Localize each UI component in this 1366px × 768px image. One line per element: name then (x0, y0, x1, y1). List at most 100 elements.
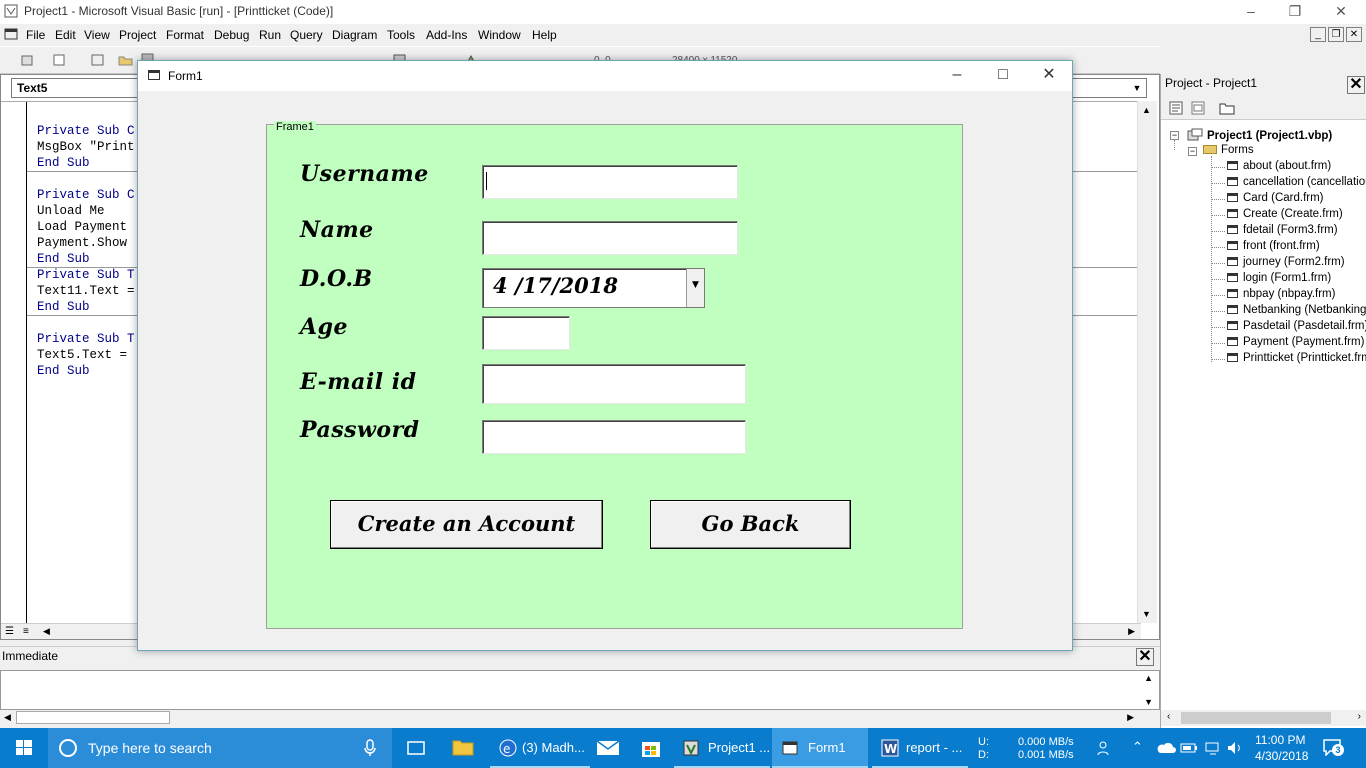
menu-edit[interactable]: Edit (55, 28, 76, 42)
view-code-icon[interactable] (1169, 101, 1183, 115)
close-icon[interactable]: ✕ (1136, 648, 1154, 666)
scroll-thumb[interactable] (16, 711, 170, 724)
menu-run[interactable]: Run (259, 28, 281, 42)
tree-item-payment[interactable]: Payment (Payment.frm) (1227, 336, 1364, 348)
tree-item-printticket[interactable]: Printticket (Printticket.frm (1227, 352, 1366, 364)
task-vb-project[interactable]: Project1 ... (674, 728, 770, 768)
restore-icon[interactable]: ❐ (1272, 0, 1318, 24)
menu-debug[interactable]: Debug (214, 28, 249, 42)
menu-addins[interactable]: Add-Ins (426, 28, 467, 42)
procedure-view-icon[interactable]: ☰ (5, 626, 14, 637)
create-account-button[interactable]: Create an Account (330, 500, 603, 549)
tree-item-netbanking[interactable]: Netbanking (Netbanking.f (1227, 304, 1366, 316)
scroll-right-icon[interactable]: › (1358, 711, 1361, 722)
tree-item-front[interactable]: front (front.frm) (1227, 240, 1320, 252)
immediate-horizontal-scrollbar[interactable]: ◀ ▶ (0, 710, 1140, 726)
collapse-icon[interactable]: − (1170, 131, 1179, 140)
password-field[interactable] (482, 420, 746, 454)
store-icon[interactable] (640, 737, 662, 759)
minimize-icon[interactable]: – (1228, 0, 1274, 24)
task-label: Project1 ... (708, 740, 771, 755)
microphone-icon[interactable] (364, 739, 376, 757)
go-back-button[interactable]: Go Back (650, 500, 851, 549)
action-center-icon[interactable]: 3 (1322, 738, 1344, 758)
open-icon[interactable] (118, 53, 134, 67)
tree-item-create[interactable]: Create (Create.frm) (1227, 208, 1343, 220)
scroll-up-icon[interactable]: ▲ (1142, 105, 1151, 115)
menu-editor-icon[interactable] (90, 53, 106, 67)
collapse-icon[interactable]: − (1188, 147, 1197, 156)
scroll-left-icon[interactable]: ◀ (4, 712, 11, 723)
scroll-right-icon[interactable]: ▶ (1127, 712, 1134, 723)
scroll-up-icon[interactable]: ▲ (1144, 673, 1153, 683)
scroll-left-icon[interactable]: ◀ (43, 626, 50, 637)
task-edge[interactable]: e (3) Madh... (490, 728, 590, 768)
scroll-down-icon[interactable]: ▼ (1142, 609, 1151, 619)
add-project-icon[interactable] (20, 53, 36, 67)
tree-project-root[interactable]: Project1 (Project1.vbp) (1187, 128, 1332, 142)
username-field[interactable] (482, 165, 738, 199)
mdi-close-icon[interactable]: ✕ (1346, 27, 1362, 42)
menu-window[interactable]: Window (478, 28, 521, 42)
tree-item-nbpay[interactable]: nbpay (nbpay.frm) (1227, 288, 1335, 300)
tree-item-cancellation[interactable]: cancellation (cancellation. (1227, 176, 1366, 188)
password-label: Password (300, 417, 420, 443)
minimize-icon[interactable]: – (934, 61, 980, 91)
chevron-down-icon[interactable]: ▼ (1130, 81, 1144, 95)
code-vertical-scrollbar[interactable]: ▲ ▼ (1137, 101, 1157, 623)
tree-item-pasdetail[interactable]: Pasdetail (Pasdetail.frm) (1227, 320, 1366, 332)
clock-time[interactable]: 11:00 PM (1255, 733, 1305, 747)
close-icon[interactable]: ✕ (1026, 61, 1072, 91)
battery-icon[interactable] (1180, 741, 1198, 755)
scroll-thumb[interactable] (1181, 712, 1331, 724)
scroll-right-icon[interactable]: ▶ (1128, 626, 1135, 637)
mdi-minimize-icon[interactable]: _ (1310, 27, 1326, 42)
email-field[interactable] (482, 364, 746, 404)
name-field[interactable] (482, 221, 738, 255)
tree-item-card[interactable]: Card (Card.frm) (1227, 192, 1324, 204)
windows-start-icon[interactable] (0, 728, 48, 768)
taskbar-search-box[interactable]: Type here to search (48, 728, 392, 768)
close-icon[interactable]: ✕ (1347, 76, 1365, 94)
menu-view[interactable]: View (84, 28, 110, 42)
age-field[interactable] (482, 316, 570, 350)
toggle-folders-icon[interactable] (1219, 101, 1235, 115)
project-horizontal-scrollbar[interactable]: ‹ › (1161, 710, 1366, 726)
tree-item-about[interactable]: about (about.frm) (1227, 160, 1331, 172)
scroll-down-icon[interactable]: ▼ (1144, 697, 1153, 707)
task-word[interactable]: W report - ... (872, 728, 968, 768)
mdi-restore-icon[interactable]: ❐ (1328, 27, 1344, 42)
network-icon[interactable] (1204, 740, 1222, 756)
maximize-icon[interactable]: □ (980, 61, 1026, 91)
clock-date[interactable]: 4/30/2018 (1255, 749, 1308, 763)
menu-help[interactable]: Help (532, 28, 557, 42)
tree-item-journey[interactable]: journey (Form2.frm) (1227, 256, 1345, 268)
menu-file[interactable]: File (26, 28, 45, 42)
mail-icon[interactable] (596, 740, 620, 756)
file-explorer-icon[interactable] (452, 738, 474, 756)
menu-tools[interactable]: Tools (387, 28, 415, 42)
menu-format[interactable]: Format (166, 28, 204, 42)
dob-value: 4 /17/2018 (493, 273, 618, 298)
menu-project[interactable]: Project (119, 28, 156, 42)
close-icon[interactable]: ✕ (1318, 0, 1364, 24)
scroll-left-icon[interactable]: ‹ (1167, 711, 1170, 722)
volume-icon[interactable] (1226, 740, 1244, 756)
menu-query[interactable]: Query (290, 28, 323, 42)
tree-forms-folder[interactable]: Forms (1203, 144, 1254, 156)
task-form1[interactable]: Form1 (772, 728, 868, 768)
view-object-icon[interactable] (1191, 101, 1205, 115)
onedrive-icon[interactable] (1156, 741, 1176, 755)
cortana-icon (59, 739, 77, 757)
full-module-view-icon[interactable]: ≡ (23, 626, 29, 637)
tree-item-fdetail[interactable]: fdetail (Form3.frm) (1227, 224, 1338, 236)
tree-item-login[interactable]: login (Form1.frm) (1227, 272, 1331, 284)
chevron-down-icon[interactable]: ▼ (686, 269, 704, 307)
add-form-icon[interactable] (52, 53, 68, 67)
menu-diagram[interactable]: Diagram (332, 28, 377, 42)
dob-date-picker[interactable]: 4 /17/2018 ▼ (482, 268, 705, 308)
task-view-icon[interactable] (404, 740, 428, 756)
immediate-input[interactable]: ▲ ▼ (0, 670, 1160, 710)
chevron-up-icon[interactable]: ⌃ (1132, 739, 1143, 755)
people-icon[interactable] (1096, 739, 1114, 757)
